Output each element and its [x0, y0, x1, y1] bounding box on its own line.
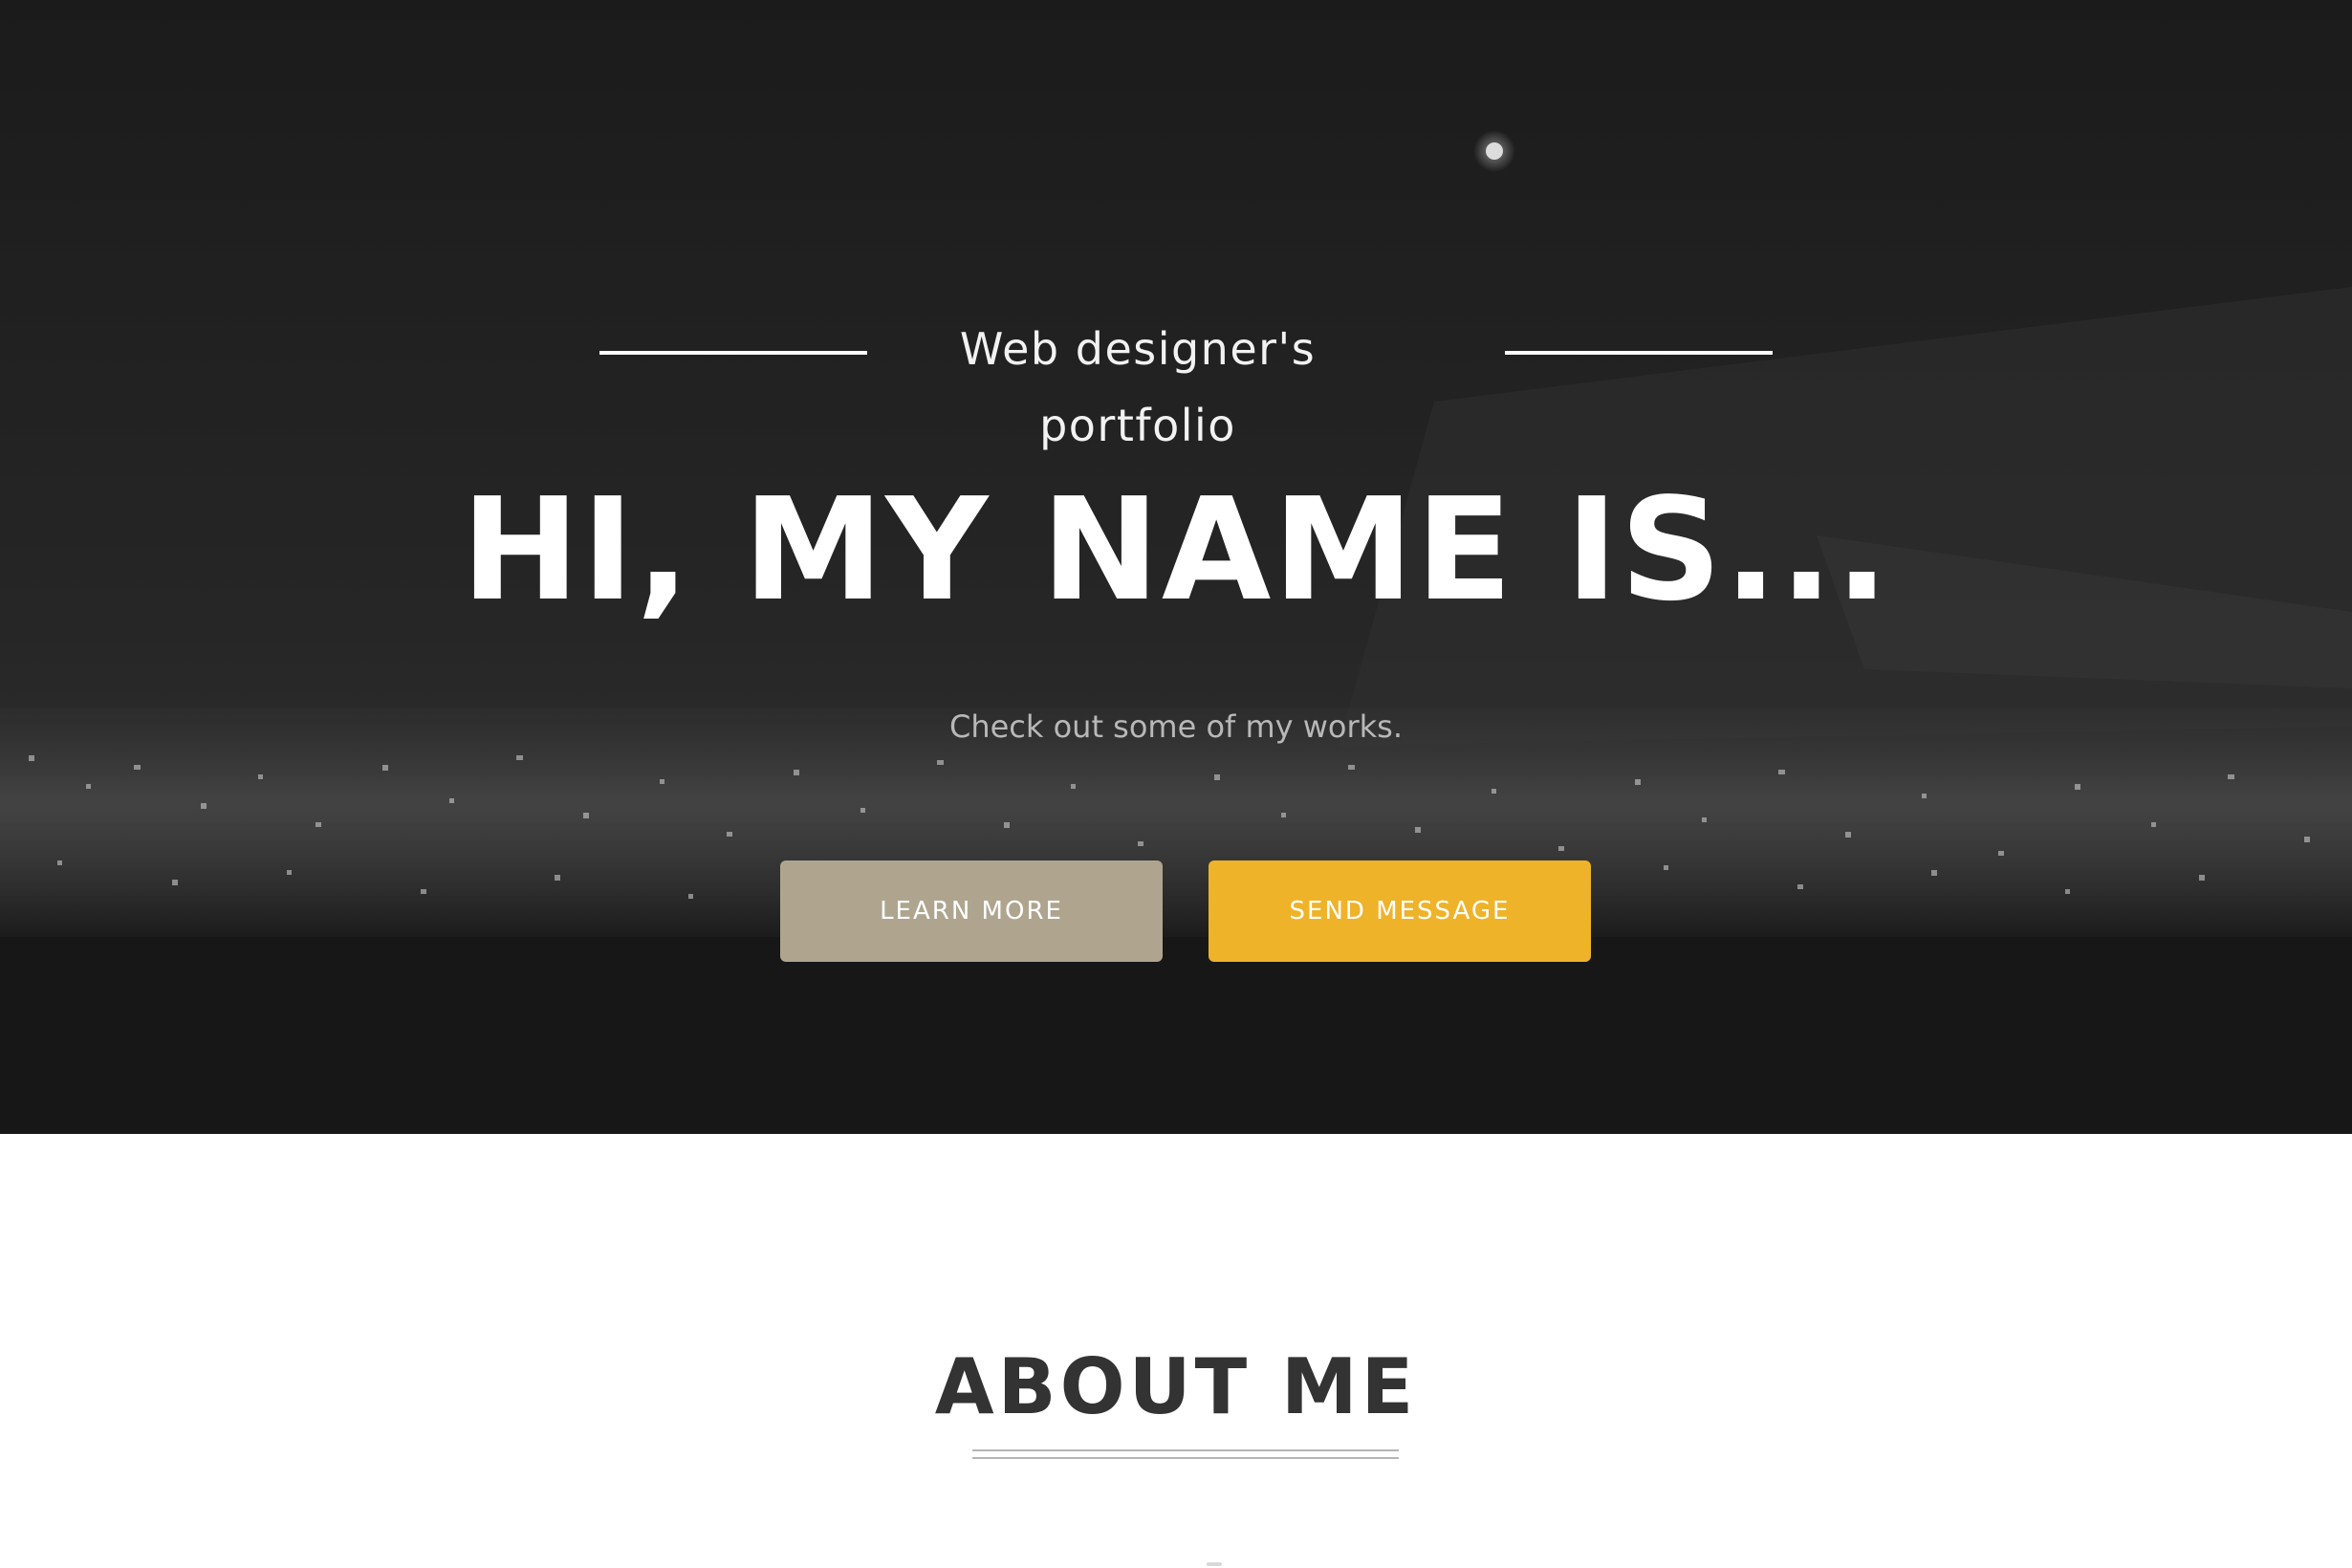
- learn-more-button[interactable]: LEARN MORE: [780, 860, 1163, 962]
- hero-subline: Check out some of my works.: [948, 708, 1404, 745]
- page: Web designer's portfolio HI, MY NAME IS.…: [0, 0, 2352, 1568]
- tagline-divider-right: [1505, 351, 1773, 355]
- hero-content: Web designer's portfolio HI, MY NAME IS.…: [0, 0, 2352, 1134]
- about-content-fragment: [1207, 1562, 1222, 1566]
- hero-section: Web designer's portfolio HI, MY NAME IS.…: [0, 0, 2352, 1134]
- about-title-underline: [972, 1449, 1399, 1459]
- about-title: ABOUT ME: [934, 1342, 1418, 1431]
- tagline: Web designer's portfolio: [959, 323, 1317, 451]
- send-message-button[interactable]: SEND MESSAGE: [1209, 860, 1591, 962]
- about-section: ABOUT ME: [0, 1134, 2352, 1568]
- tagline-row: Web designer's portfolio: [0, 311, 2352, 451]
- hero-headline: HI, MY NAME IS...: [461, 468, 1891, 632]
- tagline-divider-left: [599, 351, 867, 355]
